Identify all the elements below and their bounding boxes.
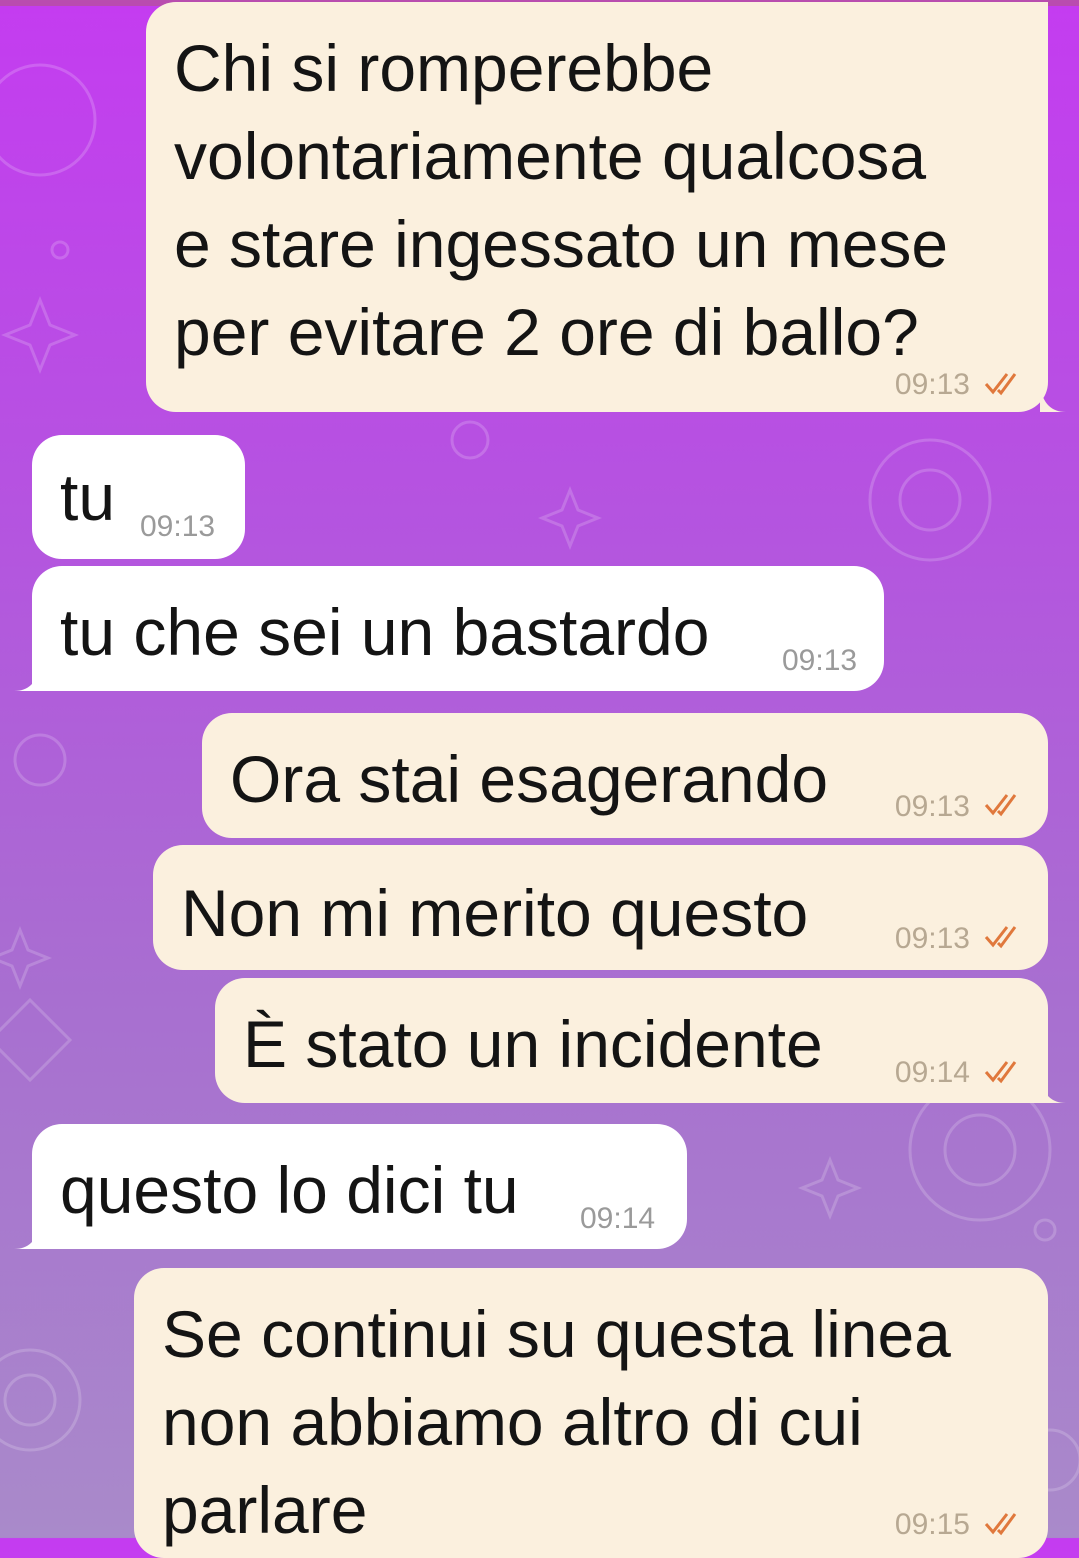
message-time: 09:15: [894, 1508, 970, 1541]
read-double-check-icon: [984, 1061, 1017, 1084]
message-bubble-incoming[interactable]: tu 09:13: [32, 435, 245, 559]
message-bubble-outgoing[interactable]: È stato un incidente 09:14: [215, 978, 1066, 1103]
message-time: 09:13: [894, 368, 970, 401]
message-time: 09:13: [894, 790, 970, 823]
message-time: 09:13: [140, 510, 216, 543]
message-time: 09:13: [782, 644, 858, 677]
read-double-check-icon: [984, 1513, 1017, 1536]
read-double-check-icon: [984, 794, 1017, 817]
message-time: 09:14: [894, 1056, 970, 1089]
message-bubble-incoming[interactable]: tu che sei un bastardo 09:13: [14, 566, 884, 691]
message-text: Ora stai esagerando: [230, 742, 829, 816]
message-bubble-incoming[interactable]: questo lo dici tu 09:14: [14, 1124, 687, 1249]
message-time: 09:13: [894, 922, 970, 955]
message-bubble-outgoing[interactable]: Ora stai esagerando 09:13: [202, 713, 1048, 838]
message-bubble-outgoing[interactable]: Chi si romperebbe volontariamente qualco…: [146, 2, 1066, 412]
message-bubble-outgoing[interactable]: Non mi merito questo 09:13: [153, 845, 1048, 970]
message-text: tu che sei un bastardo: [60, 595, 710, 669]
message-text: questo lo dici tu: [60, 1153, 519, 1227]
message-text: Chi si romperebbe volontariamente qualco…: [174, 31, 949, 369]
read-double-check-icon: [984, 373, 1017, 396]
read-double-check-icon: [984, 926, 1017, 949]
message-text: Non mi merito questo: [181, 876, 809, 950]
message-time: 09:14: [580, 1202, 656, 1235]
message-text: tu: [60, 460, 116, 534]
message-text: È stato un incidente: [243, 1007, 823, 1081]
message-bubble-outgoing[interactable]: Se continui su questa linea non abbiamo …: [134, 1268, 1048, 1558]
